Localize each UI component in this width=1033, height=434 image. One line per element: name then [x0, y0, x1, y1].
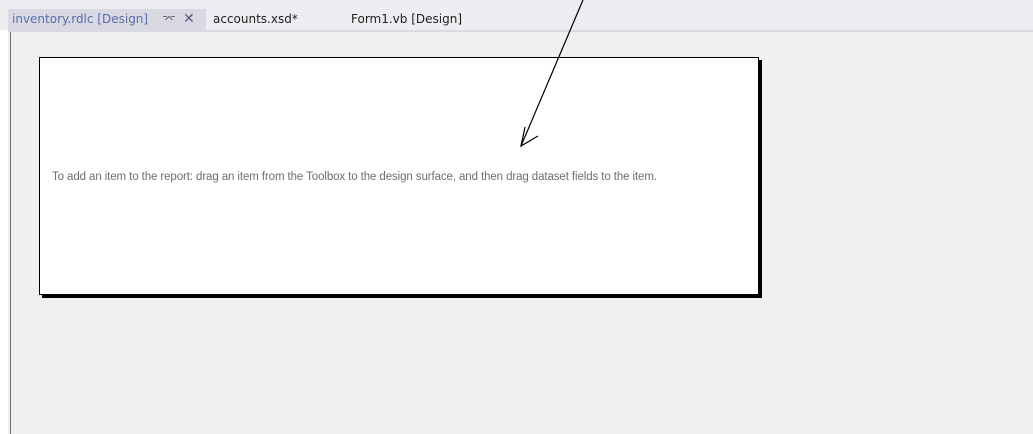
- tab-form1-vb-design[interactable]: Form1.vb [Design]: [351, 9, 462, 30]
- report-body[interactable]: To add an item to the report: drag an it…: [39, 57, 759, 295]
- tab-label: accounts.xsd*: [213, 12, 298, 26]
- tab-accounts-xsd[interactable]: accounts.xsd*: [213, 9, 298, 30]
- tab-label: Form1.vb [Design]: [351, 12, 463, 26]
- tab-inventory-rdlc-design[interactable]: inventory.rdlc [Design] ⌤ ✕: [8, 9, 206, 30]
- tab-label: inventory.rdlc [Design]: [12, 12, 149, 26]
- document-tab-bar: inventory.rdlc [Design] ⌤ ✕ accounts.xsd…: [0, 0, 1033, 30]
- close-icon[interactable]: ✕: [183, 9, 195, 29]
- empty-report-hint: To add an item to the report: drag an it…: [52, 171, 657, 183]
- designer-left-border: [10, 32, 11, 434]
- pin-icon[interactable]: ⌤: [162, 9, 176, 29]
